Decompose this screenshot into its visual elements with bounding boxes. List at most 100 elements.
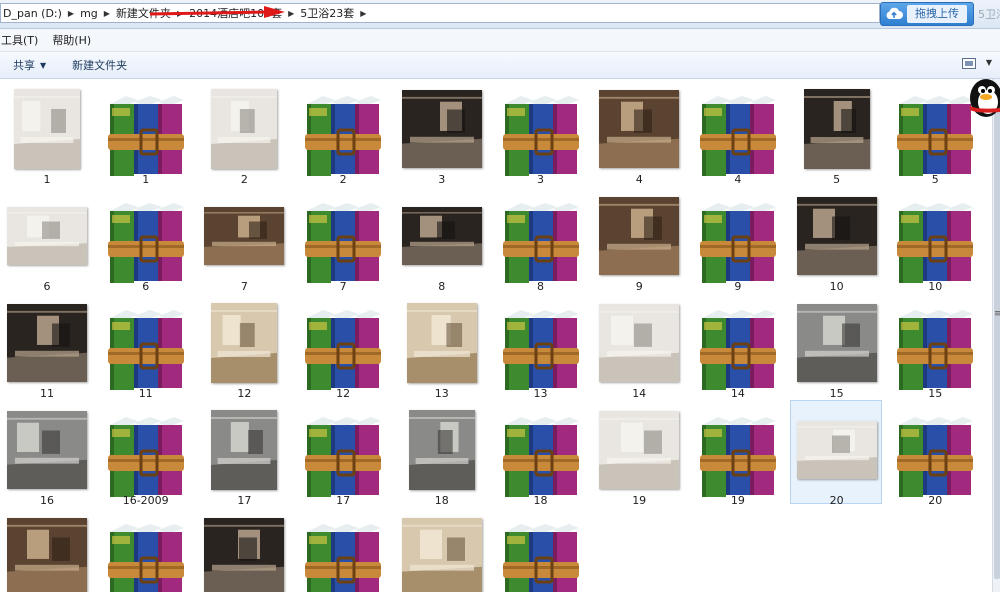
thumbnail-image	[14, 89, 80, 169]
chevron-right-icon[interactable]: ▶	[356, 9, 370, 18]
breadcrumb-bathroom[interactable]: 5卫浴23套	[298, 5, 356, 21]
thumbnail-image	[599, 304, 680, 382]
thumbnail-image	[796, 421, 877, 479]
new-folder-button[interactable]: 新建文件夹	[59, 57, 140, 73]
rar-archive-file[interactable]: 2	[296, 79, 388, 186]
vertical-scrollbar[interactable]	[992, 79, 1000, 592]
rar-archive-file[interactable]: 1	[99, 79, 192, 186]
breadcrumb-mg[interactable]: mg	[78, 7, 100, 20]
rar-archive-file[interactable]: 8	[494, 186, 587, 293]
command-bar: 共享 ▼ 新建文件夹 ▼	[0, 52, 1000, 79]
image-file[interactable]: 16	[0, 400, 92, 507]
image-file[interactable]: 1	[0, 79, 92, 186]
address-bar: D_pan (D:) ▶ mg ▶ 新建文件夹 ▶ 2014酒店吧100套 ▶ …	[0, 0, 1000, 29]
file-name: 17	[237, 494, 252, 507]
rar-archive-file[interactable]: 17	[296, 400, 389, 507]
image-file[interactable]: 19	[592, 400, 685, 507]
image-file[interactable]	[0, 507, 92, 592]
image-file[interactable]: 8	[395, 186, 487, 293]
resize-grip-icon[interactable]: ≡	[994, 309, 1000, 319]
rar-archive-file[interactable]: 6	[99, 186, 191, 293]
image-file[interactable]: 7	[197, 186, 290, 293]
image-thumbnail	[593, 407, 685, 493]
image-thumbnail	[396, 300, 488, 386]
share-button[interactable]: 共享 ▼	[0, 57, 59, 73]
rar-archive-file[interactable]: 14	[691, 293, 783, 400]
image-file[interactable]: 20	[789, 400, 883, 507]
image-file[interactable]: 13	[395, 293, 488, 400]
rar-archive-icon	[889, 193, 981, 283]
image-file[interactable]: 6	[0, 186, 92, 293]
image-file[interactable]: 17	[197, 400, 289, 507]
image-file[interactable]	[395, 507, 487, 592]
chevron-right-icon[interactable]: ▶	[100, 9, 114, 18]
file-name: 8	[537, 280, 544, 293]
chevron-right-icon[interactable]: ▶	[64, 9, 78, 18]
rar-archive-icon	[495, 193, 587, 283]
image-file[interactable]: 9	[592, 186, 684, 293]
image-thumbnail	[791, 193, 883, 279]
chevron-right-icon[interactable]: ▶	[284, 9, 298, 18]
file-name: 14	[632, 387, 647, 400]
menu-help[interactable]: 帮助(H)	[45, 32, 98, 48]
rar-archive-file[interactable]: 18	[494, 400, 587, 507]
view-options-icon[interactable]	[962, 58, 976, 69]
file-name: 14	[730, 387, 745, 400]
rar-archive-file[interactable]: 11	[99, 293, 191, 400]
rar-archive-file[interactable]: 20	[888, 400, 980, 507]
view-dropdown-icon[interactable]: ▼	[986, 58, 992, 67]
file-name: 16-2009	[122, 494, 169, 507]
image-file[interactable]: 4	[592, 79, 684, 186]
rar-archive-file[interactable]: 13	[494, 293, 586, 400]
file-name: 20	[928, 494, 943, 507]
rar-archive-file[interactable]: 15	[888, 293, 980, 400]
rar-archive-file[interactable]	[494, 507, 586, 592]
menu-tools[interactable]: 工具(T)	[0, 32, 45, 48]
drag-upload-button[interactable]: 拖拽上传	[880, 2, 974, 26]
image-thumbnail	[1, 514, 93, 592]
rar-archive-file[interactable]: 19	[691, 400, 783, 507]
rar-archive-file[interactable]: 4	[691, 79, 784, 186]
file-name: 19	[730, 494, 745, 507]
file-name: 7	[339, 280, 347, 293]
file-name: 3	[438, 173, 446, 186]
rar-archive-file[interactable]: 16-2009	[99, 400, 191, 507]
image-file[interactable]: 18	[395, 400, 487, 507]
scrollbar-thumb[interactable]	[994, 109, 1000, 579]
rar-archive-file[interactable]	[296, 507, 388, 592]
rar-archive-icon	[297, 407, 389, 497]
image-file[interactable]: 10	[790, 186, 883, 293]
rar-archive-file[interactable]: 9	[691, 186, 783, 293]
file-view[interactable]: 1 1 2 2 3 3 4 4 5 5 6 6 7 7 8 8 9 9 10 10 11 11 12 12 13 13 14 14 15…	[0, 79, 992, 592]
rar-archive-file[interactable]: 3	[494, 79, 586, 186]
file-name: 8	[438, 280, 446, 293]
image-file[interactable]: 3	[395, 79, 487, 186]
image-file[interactable]: 5	[790, 79, 882, 186]
image-file[interactable]	[197, 507, 289, 592]
breadcrumb-drive[interactable]: D_pan (D:)	[1, 7, 64, 20]
image-thumbnail	[791, 407, 883, 493]
image-file[interactable]: 14	[592, 293, 684, 400]
rar-archive-icon	[297, 300, 389, 390]
file-name: 1	[142, 173, 150, 186]
image-thumbnail	[198, 193, 290, 279]
rar-archive-file[interactable]: 12	[296, 293, 389, 400]
rar-archive-icon	[692, 86, 784, 176]
image-file[interactable]: 2	[197, 79, 289, 186]
image-thumbnail	[396, 514, 488, 592]
rar-archive-file[interactable]	[99, 507, 191, 592]
image-file[interactable]: 12	[197, 293, 289, 400]
thumbnail-image	[599, 90, 680, 168]
rar-archive-icon	[100, 86, 192, 176]
thumbnail-image	[796, 197, 877, 275]
image-file[interactable]: 11	[0, 293, 92, 400]
breadcrumb[interactable]: D_pan (D:) ▶ mg ▶ 新建文件夹 ▶ 2014酒店吧100套 ▶ …	[0, 3, 880, 23]
rar-archive-file[interactable]: 10	[888, 186, 981, 293]
rar-archive-file[interactable]: 7	[296, 186, 388, 293]
file-name: 13	[533, 387, 548, 400]
image-file[interactable]: 15	[790, 293, 882, 400]
rar-archive-icon	[495, 407, 587, 497]
thumbnail-image	[401, 90, 482, 168]
thumbnail-image	[599, 197, 680, 275]
file-name: 19	[632, 494, 647, 507]
